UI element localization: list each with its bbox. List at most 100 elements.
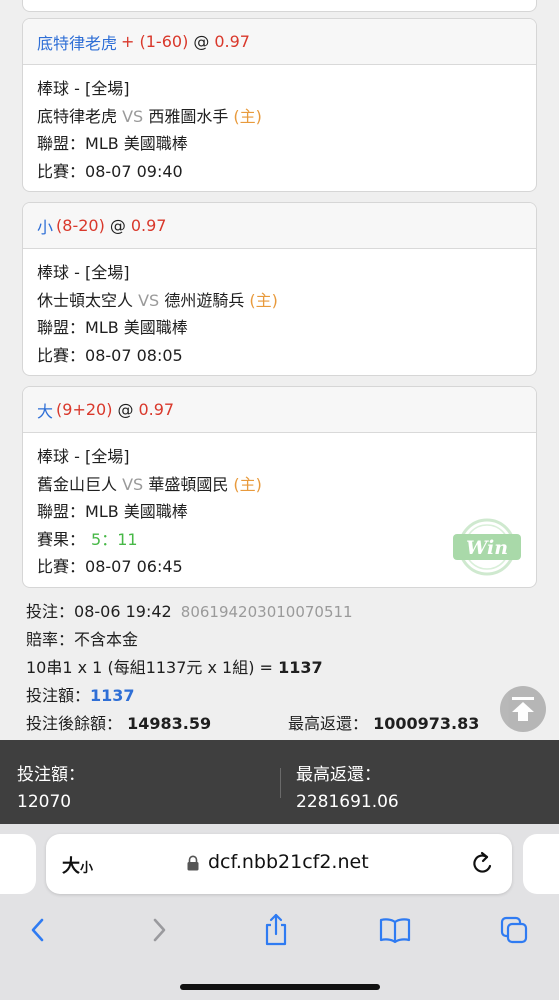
text-size-button[interactable]: 大小: [62, 852, 93, 878]
away-team: 舊金山巨人: [37, 474, 118, 494]
home-indicator: [180, 984, 380, 990]
reload-icon[interactable]: [470, 850, 496, 878]
amount-label: 投注額：: [26, 686, 91, 705]
browser-toolbar: [0, 912, 559, 952]
bet-time-label: 投注：: [26, 602, 75, 621]
home-team: 德州遊騎兵: [164, 290, 245, 310]
bet-handicap: (8-20): [56, 216, 105, 235]
url-text: dcf.nbb21cf2.net: [208, 851, 369, 873]
max-return-group: 最高返還： 1000973.83: [288, 710, 479, 738]
win-stamp-text: Win: [466, 537, 508, 559]
combo-total: 1137: [278, 658, 323, 677]
address-bar[interactable]: 大小 dcf.nbb21cf2.net: [46, 834, 512, 894]
league-label: 聯盟：: [37, 502, 86, 521]
order-number: 806194203010070511: [180, 603, 353, 621]
balance-label: 投注後餘額：: [26, 714, 123, 733]
vs-label: VS: [138, 290, 160, 310]
match-time-line: 比賽：08-07 06:45: [37, 553, 522, 581]
bet-card-2: 小 (8-20) @ 0.97 棒球 - [全場] 休士頓太空人 VS 德州遊騎…: [22, 202, 537, 376]
league-value: MLB 美國職棒: [85, 502, 188, 521]
bet-pick: 小: [37, 217, 54, 237]
match-time-line: 比賽：08-07 08:05: [37, 342, 522, 370]
league-label: 聯盟：: [37, 134, 86, 153]
tabs-button[interactable]: [496, 912, 532, 948]
sport-line: 棒球 - [全場]: [37, 263, 130, 282]
matchup-line: 休士頓太空人 VS 德州遊騎兵 (主): [37, 287, 522, 315]
browser-chrome: 大小 dcf.nbb21cf2.net: [0, 824, 559, 1000]
bet-card-header: 小 (8-20) @ 0.97: [23, 203, 536, 249]
totals-max-return: 最高返還： 2281691.06: [296, 762, 399, 816]
totals-max-return-value: 2281691.06: [296, 792, 399, 812]
matchup-line: 舊金山巨人 VS 華盛頓國民 (主): [37, 471, 522, 499]
bet-detail-page: 底特律老虎 + (1-60) @ 0.97 棒球 - [全場] 底特律老虎 VS…: [0, 0, 559, 740]
bet-odds: 0.97: [130, 216, 167, 235]
bet-card-header: 大 (9+20) @ 0.97: [23, 387, 536, 433]
match-time-line: 比賽：08-07 09:40: [37, 158, 522, 186]
totals-bar: 投注額： 12070 最高返還： 2281691.06: [0, 740, 559, 824]
previous-bet-card: [22, 0, 537, 12]
bet-card-body: 棒球 - [全場] 舊金山巨人 VS 華盛頓國民 (主) 聯盟：MLB 美國職棒…: [23, 433, 536, 587]
match-time-value: 08-07 06:45: [85, 557, 183, 576]
bet-odds: 0.97: [214, 32, 250, 51]
result-score: 5：11: [91, 529, 138, 549]
bet-odds: 0.97: [138, 400, 175, 419]
home-team: 華盛頓國民: [148, 474, 229, 494]
league-value: MLB 美國職棒: [85, 134, 188, 153]
away-team: 底特律老虎: [37, 106, 118, 126]
tabs-icon: [500, 916, 528, 944]
bet-pick: 底特律老虎: [37, 33, 118, 53]
share-icon: [265, 913, 287, 946]
previous-tab-pill[interactable]: [0, 834, 36, 894]
back-button[interactable]: [20, 912, 56, 948]
bet-summary: 投注：08-06 19:42 806194203010070511 賠率：不含本…: [26, 598, 546, 738]
bet-time-line: 投注：08-06 19:42 806194203010070511: [26, 598, 546, 626]
bet-card-3: 大 (9+20) @ 0.97 棒球 - [全場] 舊金山巨人 VS 華盛頓國民…: [22, 386, 537, 588]
match-time-value: 08-07 08:05: [85, 345, 183, 365]
share-button[interactable]: [258, 912, 294, 948]
win-stamp-icon: Win: [453, 518, 521, 576]
amount-line: 投注額：1137: [26, 682, 546, 710]
result-label: 賽果：: [37, 529, 86, 549]
combo-desc: 10串1 x 1 (每組1137元 x 1組) =: [26, 658, 279, 677]
bet-card-body: 棒球 - [全場] 休士頓太空人 VS 德州遊騎兵 (主) 聯盟：MLB 美國職…: [23, 249, 536, 375]
totals-amount-value: 12070: [17, 792, 72, 812]
league-label: 聯盟：: [37, 318, 86, 337]
home-tag: (主): [233, 474, 262, 494]
amount-value: 1137: [90, 686, 135, 705]
bet-card-body: 棒球 - [全場] 底特律老虎 VS 西雅圖水手 (主) 聯盟：MLB 美國職棒…: [23, 65, 536, 191]
sport-line: 棒球 - [全場]: [37, 447, 130, 466]
matchup-line: 底特律老虎 VS 西雅圖水手 (主): [37, 103, 522, 131]
lock-icon: [187, 855, 199, 871]
totals-divider: [280, 768, 281, 798]
chevron-left-icon: [31, 918, 44, 942]
next-tab-pill[interactable]: [523, 834, 559, 894]
match-time-label: 比賽：: [37, 345, 86, 365]
league-line: 聯盟：MLB 美國職棒: [37, 314, 522, 342]
match-time-label: 比賽：: [37, 161, 86, 181]
sport-line: 棒球 - [全場]: [37, 79, 130, 98]
bookmarks-button[interactable]: [377, 912, 413, 948]
forward-button[interactable]: [141, 912, 177, 948]
home-tag: (主): [233, 106, 262, 126]
rate-line: 賠率：不含本金: [26, 626, 546, 654]
vs-label: VS: [122, 106, 144, 126]
bet-pick: 大: [37, 401, 54, 421]
rate-label: 賠率：: [26, 630, 75, 649]
bet-handicap: (9+20): [56, 400, 113, 419]
league-line: 聯盟：MLB 美國職棒: [37, 498, 522, 526]
bet-time-value: 08-06 19:42: [74, 602, 172, 621]
at-sign: @: [117, 400, 134, 419]
max-return-value: 1000973.83: [373, 714, 480, 733]
at-sign: @: [109, 216, 126, 235]
home-tag: (主): [249, 290, 278, 310]
scroll-to-top-button[interactable]: [500, 686, 546, 732]
totals-amount: 投注額： 12070: [17, 762, 85, 816]
at-sign: @: [193, 32, 210, 51]
rate-value: 不含本金: [74, 630, 139, 649]
balance-value: 14983.59: [127, 714, 212, 733]
league-value: MLB 美國職棒: [85, 318, 188, 337]
bet-card-header: 底特律老虎 + (1-60) @ 0.97: [23, 19, 536, 65]
balance-line: 投注後餘額： 14983.59 最高返還： 1000973.83: [26, 710, 546, 738]
url-display[interactable]: dcf.nbb21cf2.net: [186, 851, 369, 873]
vs-label: VS: [122, 474, 144, 494]
